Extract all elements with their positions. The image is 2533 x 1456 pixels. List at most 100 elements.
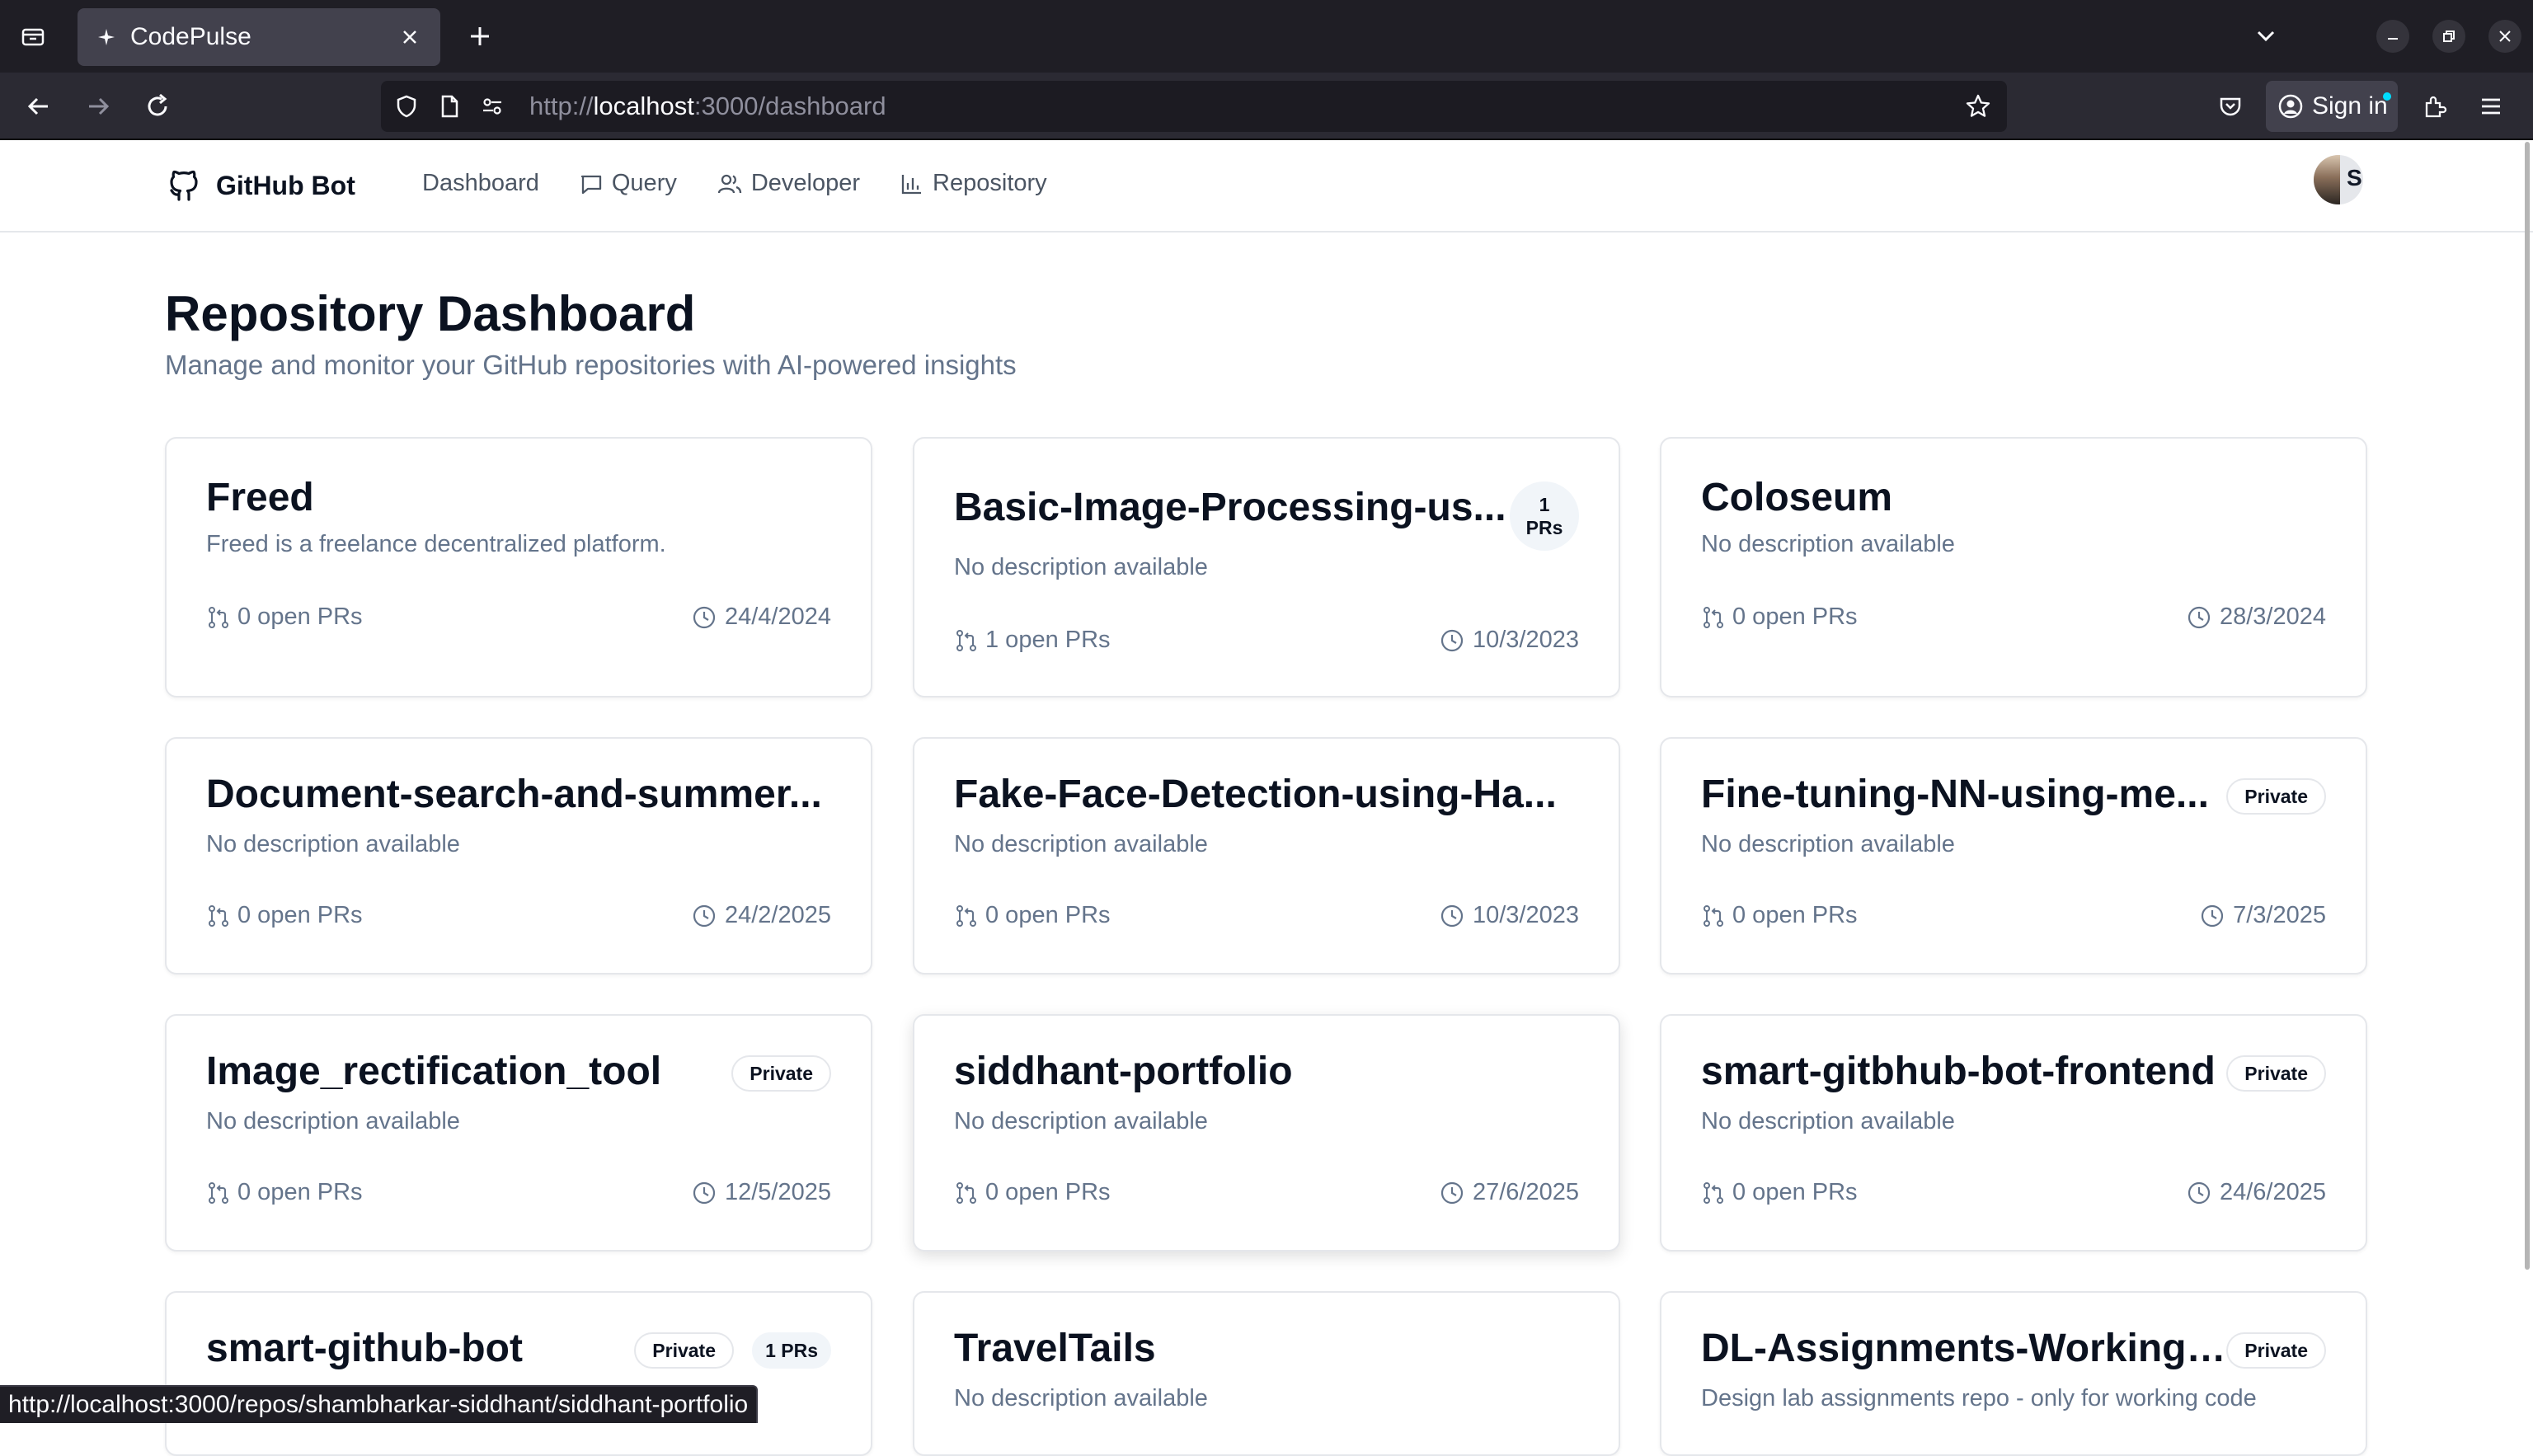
clock-icon [2188, 606, 2211, 628]
repo-open-prs-label: 0 open PRs [1732, 1179, 1858, 1205]
git-pull-request-icon [956, 629, 976, 651]
page-subtitle: Manage and monitor your GitHub repositor… [165, 350, 1017, 380]
nav-query-label: Query [611, 170, 677, 196]
sign-in-button[interactable]: Sign in [2266, 81, 2398, 132]
repo-name: Document-search-and-summer... [206, 773, 822, 816]
chevron-down-icon[interactable] [2249, 20, 2282, 53]
repo-card[interactable]: Coloseum No description available 0 open… [1660, 437, 2367, 697]
avatar-initial: S [2347, 165, 2362, 190]
pr-count-badge: 1 PRs [752, 1332, 831, 1369]
tab-favicon-icon [98, 29, 115, 45]
bookmark-star-icon[interactable] [1964, 92, 1992, 120]
brand[interactable]: GitHub Bot [165, 167, 355, 204]
account-icon [2278, 94, 2303, 119]
repo-card[interactable]: siddhant-portfolio No description availa… [913, 1014, 1620, 1252]
brand-name: GitHub Bot [216, 170, 355, 200]
repo-card[interactable]: Fine-tuning-NN-using-me... Private No de… [1660, 737, 2367, 975]
repo-description: Design lab assignments repo - only for w… [1701, 1385, 2257, 1411]
nav-repository[interactable]: Repository [900, 170, 1047, 197]
pocket-icon[interactable] [2211, 87, 2249, 125]
window-close-icon[interactable] [2488, 20, 2521, 53]
site-permissions-icon[interactable] [478, 92, 506, 120]
repo-open-prs-label: 0 open PRs [237, 902, 363, 928]
clock-icon [693, 606, 716, 628]
repo-updated-date: 7/3/2025 [2200, 902, 2326, 929]
link-status-bar: http://localhost:3000/repos/shambharkar-… [0, 1385, 759, 1423]
repo-date-label: 12/5/2025 [724, 1179, 831, 1205]
back-arrow-icon[interactable] [20, 87, 58, 125]
git-pull-request-icon [1704, 606, 1723, 628]
repo-open-prs-label: 0 open PRs [1732, 604, 1858, 630]
repo-description: No description available [206, 831, 460, 857]
user-avatar[interactable]: S [2314, 155, 2363, 204]
minimize-icon[interactable] [2376, 20, 2409, 53]
repo-updated-date: 24/6/2025 [2187, 1179, 2326, 1206]
url-text[interactable]: http://localhost:3000/dashboard [529, 92, 886, 121]
avatar-photo [2314, 155, 2340, 204]
repo-card[interactable]: Fake-Face-Detection-using-Ha... No descr… [913, 737, 1620, 975]
nav-developer[interactable]: Developer [717, 170, 860, 197]
clock-icon [2188, 1181, 2211, 1204]
repo-card[interactable]: smart-github-bot Private 1 PRs [165, 1291, 872, 1456]
menu-hamburger-icon[interactable] [2472, 87, 2510, 125]
reload-icon[interactable] [139, 87, 176, 125]
git-pull-request-icon [209, 606, 228, 628]
repo-card[interactable]: Freed Freed is a freelance decentralized… [165, 437, 872, 697]
status-url: http://localhost:3000/repos/shambharkar-… [8, 1391, 749, 1418]
github-logo-icon [170, 170, 198, 201]
browser-tab-active[interactable]: CodePulse [78, 8, 440, 66]
repo-open-prs: 0 open PRs [1701, 604, 1858, 631]
repo-card[interactable]: DL-Assignments-Working-... Private Desig… [1660, 1291, 2367, 1456]
url-host: localhost [593, 92, 694, 120]
clock-icon [1440, 904, 1464, 927]
notification-dot [2383, 92, 2391, 101]
forward-arrow-icon[interactable] [79, 87, 117, 125]
shield-icon[interactable] [392, 92, 421, 120]
pr-count-number: 1 [1539, 494, 1550, 515]
url-prefix: http:// [529, 92, 594, 120]
nav-dashboard[interactable]: Dashboard [422, 170, 539, 197]
repo-description: No description available [954, 831, 1208, 857]
app-header: GitHub Bot Dashboard Query Developer Rep… [0, 140, 2533, 232]
private-badge: Private [2226, 1055, 2326, 1092]
restore-icon[interactable] [2432, 20, 2465, 53]
repo-card[interactable]: Document-search-and-summer... No descrip… [165, 737, 872, 975]
nav-developer-label: Developer [750, 170, 861, 196]
tab-title: CodePulse [130, 23, 251, 50]
browser-tab-bar: CodePulse [0, 0, 2533, 73]
repo-open-prs-label: 0 open PRs [237, 1179, 363, 1205]
pr-count-badge: 1 PRs [1510, 481, 1579, 551]
repo-open-prs: 0 open PRs [206, 902, 363, 929]
repo-name: smart-github-bot [206, 1327, 523, 1370]
repo-open-prs: 0 open PRs [206, 1179, 363, 1206]
repo-open-prs-label: 0 open PRs [985, 1179, 1111, 1205]
git-pull-request-icon [956, 904, 976, 927]
private-badge: Private [2226, 1332, 2326, 1369]
repo-description: No description available [1701, 531, 1955, 557]
repo-date-label: 10/3/2023 [1472, 902, 1579, 928]
repo-card[interactable]: Basic-Image-Processing-us... 1 PRs No de… [913, 437, 1620, 697]
tab-list-icon[interactable] [16, 20, 49, 53]
repo-card[interactable]: Image_rectification_tool Private No desc… [165, 1014, 872, 1252]
git-pull-request-icon [1704, 1181, 1723, 1204]
extensions-icon[interactable] [2416, 87, 2454, 125]
repo-open-prs: 1 open PRs [954, 627, 1111, 654]
git-pull-request-icon [1704, 904, 1723, 927]
page-icon[interactable] [435, 92, 463, 120]
repo-name: Fake-Face-Detection-using-Ha... [954, 773, 1557, 816]
repo-card[interactable]: TravelTails No description available [913, 1291, 1620, 1456]
page-scrollbar[interactable] [2525, 142, 2530, 1270]
nav-query[interactable]: Query [579, 170, 677, 197]
repo-open-prs: 0 open PRs [1701, 902, 1858, 929]
repo-updated-date: 10/3/2023 [1440, 627, 1579, 654]
git-pull-request-icon [209, 1181, 228, 1204]
tab-close-icon[interactable] [397, 25, 422, 49]
git-pull-request-icon [956, 1181, 976, 1204]
repo-card[interactable]: smart-gitbhub-bot-frontend Private No de… [1660, 1014, 2367, 1252]
repo-open-prs: 0 open PRs [954, 1179, 1111, 1206]
new-tab-icon[interactable] [463, 20, 496, 53]
nav-repository-label: Repository [933, 170, 1047, 196]
url-bar[interactable]: http://localhost:3000/dashboard [381, 81, 2007, 132]
repo-name: TravelTails [954, 1327, 1156, 1370]
repo-open-prs-label: 1 open PRs [985, 627, 1111, 653]
